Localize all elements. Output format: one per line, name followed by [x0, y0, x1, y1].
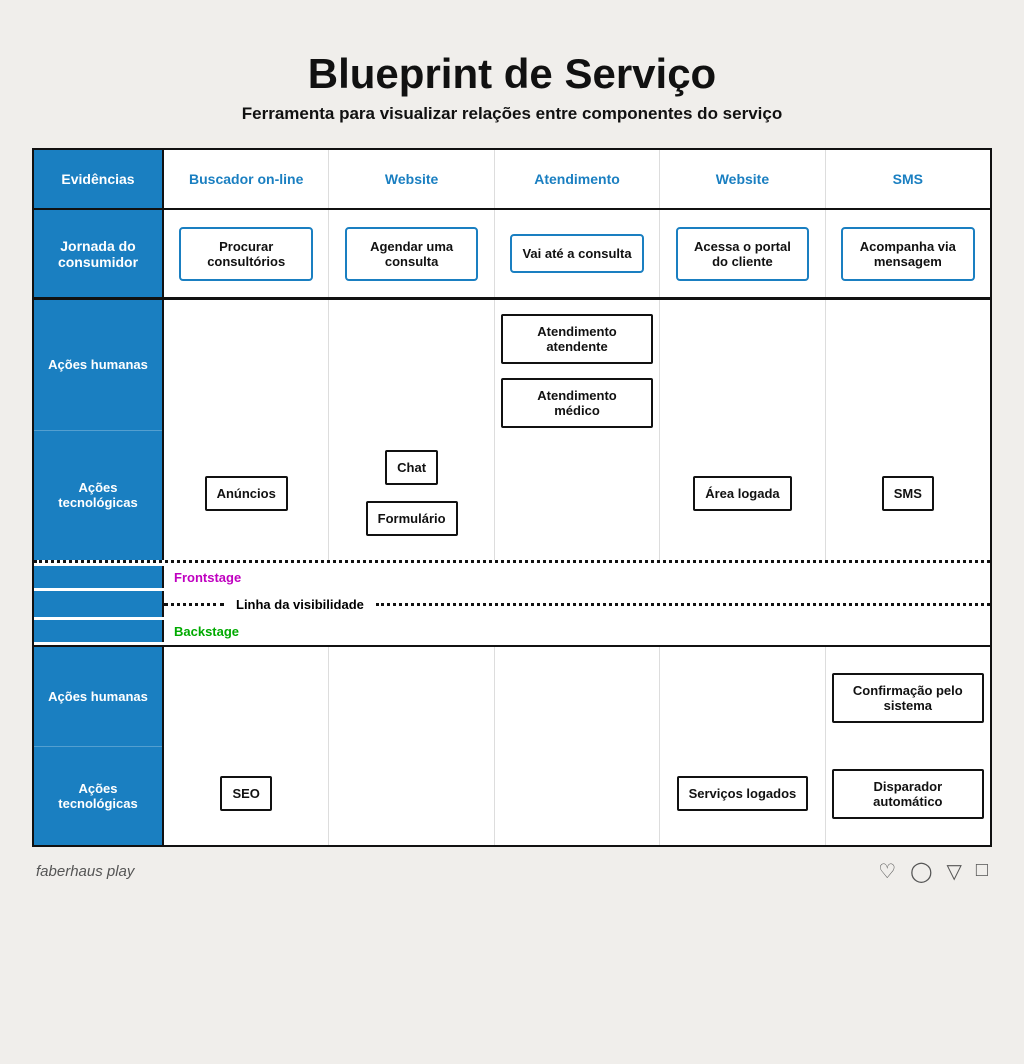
back-col-1: SEO	[164, 647, 329, 845]
back-col-2-bot	[335, 746, 487, 846]
evid-col-3: Atendimento	[495, 150, 660, 208]
front-col-3-top: Atendimento atendente Atendimento médico	[501, 300, 653, 438]
jornada-cols: Procurar consultórios Agendar uma consul…	[164, 210, 990, 297]
action-chat: Chat	[385, 450, 438, 485]
back-col-4-bot: Serviços logados	[666, 746, 818, 846]
vis-label-spacer	[34, 566, 164, 588]
jornada-col-2: Agendar uma consulta	[329, 210, 494, 297]
front-col-3-bot	[501, 438, 653, 560]
row-evidencias: Evidências Buscador on-line Website Aten…	[34, 150, 990, 210]
visibility-line-text: Linha da visibilidade	[224, 597, 376, 612]
row-jornada: Jornada do consumidor Procurar consultór…	[34, 210, 990, 300]
visibility-section: Frontstage Linha da visibilidade Backsta…	[34, 560, 990, 645]
vis-dots-content: Linha da visibilidade	[164, 597, 990, 612]
footer-brand: faberhaus play	[36, 863, 134, 880]
front-col-1-bot: Anúncios	[170, 430, 322, 561]
action-confirmacao: Confirmação pelo sistema	[832, 673, 984, 723]
dotted-line-row: Linha da visibilidade	[34, 591, 990, 617]
action-sms-front: SMS	[882, 476, 934, 511]
action-area-logada: Área logada	[693, 476, 791, 511]
label-acoes-tec-back: Ações tecnológicas	[34, 746, 162, 846]
front-col-4-top	[666, 300, 818, 430]
jornada-col-3: Vai até a consulta	[495, 210, 660, 297]
dot-right	[376, 603, 990, 606]
back-col-3-bot	[501, 746, 653, 846]
front-col-2-bot: Chat Formulário	[335, 430, 487, 561]
jornada-col-5: Acompanha via mensagem	[826, 210, 990, 297]
jornada-col-4: Acessa o portal do cliente	[660, 210, 825, 297]
action-atend-atendente: Atendimento atendente	[501, 314, 653, 364]
label-acoes-humanas-back: Ações humanas	[34, 647, 162, 746]
frontstage-label: Frontstage	[164, 570, 241, 585]
journey-box-3: Vai até a consulta	[510, 234, 644, 273]
action-atend-medico: Atendimento médico	[501, 378, 653, 428]
journey-box-1: Procurar consultórios	[179, 227, 313, 281]
backstage-content: SEO Serviços logados	[164, 647, 990, 845]
back-col-5-top: Confirmação pelo sistema	[832, 647, 984, 746]
blueprint-table: Evidências Buscador on-line Website Aten…	[32, 148, 992, 847]
page-title: Blueprint de Serviço	[308, 50, 716, 98]
dot-left	[164, 603, 224, 606]
label-acoes-humanas-front: Ações humanas	[34, 300, 162, 430]
action-formulario: Formulário	[366, 501, 458, 536]
comment-icon: ◯	[910, 859, 932, 884]
back-col-1-bot: SEO	[170, 746, 322, 846]
label-acoes-tec-front: Ações tecnológicas	[34, 430, 162, 561]
evid-col-2: Website	[329, 150, 494, 208]
label-evidencias: Evidências	[34, 150, 164, 208]
front-col-2: Chat Formulário	[329, 300, 494, 560]
action-seo: SEO	[220, 776, 271, 811]
action-servicos-logados: Serviços logados	[677, 776, 809, 811]
evid-col-5: SMS	[826, 150, 990, 208]
back-col-2-top	[335, 647, 487, 746]
backstage-labels: Ações humanas Ações tecnológicas	[34, 647, 164, 845]
evid-col-4: Website	[660, 150, 825, 208]
front-col-4: Área logada	[660, 300, 825, 560]
front-col-3: Atendimento atendente Atendimento médico	[495, 300, 660, 560]
evidencias-cols: Buscador on-line Website Atendimento Web…	[164, 150, 990, 208]
frontstage-labels: Ações humanas Ações tecnológicas	[34, 300, 164, 560]
bookmark-icon: □	[976, 859, 988, 884]
back-col-5: Confirmação pelo sistema Disparador auto…	[826, 647, 990, 845]
backstage-section: Ações humanas Ações tecnológicas SEO	[34, 645, 990, 845]
back-col-2	[329, 647, 494, 845]
label-jornada: Jornada do consumidor	[34, 210, 164, 297]
journey-box-5: Acompanha via mensagem	[841, 227, 975, 281]
back-col-1-top	[170, 647, 322, 746]
jornada-col-1: Procurar consultórios	[164, 210, 329, 297]
page-subtitle: Ferramenta para visualizar relações entr…	[242, 104, 782, 124]
front-col-1-top	[170, 300, 322, 430]
journey-box-4: Acessa o portal do cliente	[676, 227, 810, 281]
front-col-5: SMS	[826, 300, 990, 560]
share-icon: ▽	[947, 859, 962, 884]
frontstage-content: Anúncios Chat Formulário Atendimento ate…	[164, 300, 990, 560]
vis-dots-spacer	[34, 591, 164, 617]
page-container: Blueprint de Serviço Ferramenta para vis…	[12, 20, 1012, 1044]
front-col-5-top	[832, 300, 984, 430]
footer: faberhaus play ♡ ◯ ▽ □	[32, 847, 992, 888]
front-col-4-bot: Área logada	[666, 430, 818, 561]
frontstage-section: Ações humanas Ações tecnológicas Anúncio…	[34, 300, 990, 560]
vis-back-spacer	[34, 620, 164, 642]
evid-col-1: Buscador on-line	[164, 150, 329, 208]
front-col-2-top	[335, 300, 487, 430]
front-col-1: Anúncios	[164, 300, 329, 560]
back-col-3	[495, 647, 660, 845]
frontstage-label-row: Frontstage	[34, 563, 990, 591]
heart-icon: ♡	[878, 859, 896, 884]
front-col-5-bot: SMS	[832, 430, 984, 561]
back-col-4-top	[666, 647, 818, 746]
back-col-3-top	[501, 647, 653, 746]
footer-icons: ♡ ◯ ▽ □	[878, 859, 988, 884]
back-col-4: Serviços logados	[660, 647, 825, 845]
backstage-label-row: Backstage	[34, 617, 990, 645]
journey-box-2: Agendar uma consulta	[345, 227, 479, 281]
backstage-label: Backstage	[164, 624, 239, 639]
back-col-5-bot: Disparador automático	[832, 746, 984, 846]
action-disparador: Disparador automático	[832, 769, 984, 819]
action-anuncios: Anúncios	[205, 476, 288, 511]
